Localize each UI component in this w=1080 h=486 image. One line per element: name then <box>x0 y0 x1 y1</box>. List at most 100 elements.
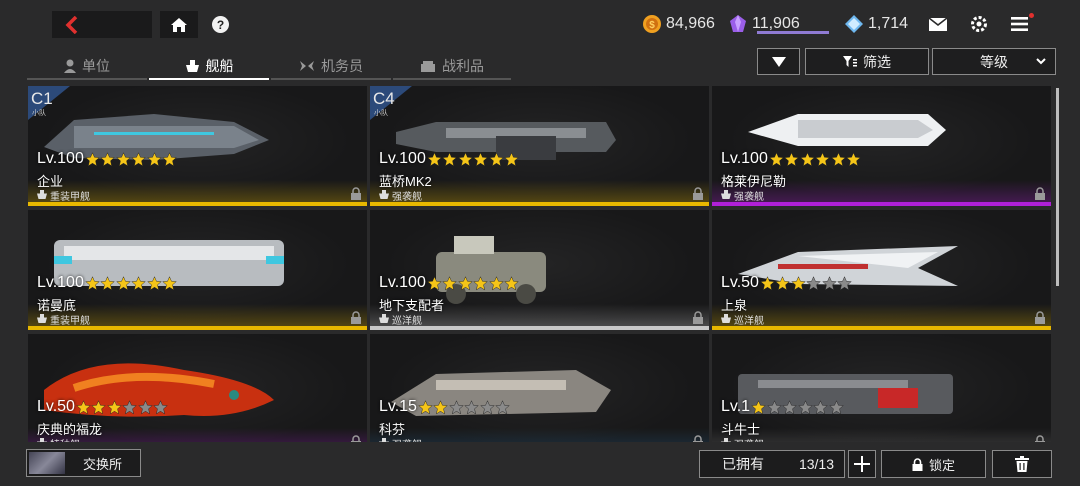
ship-type-icon <box>37 313 50 326</box>
ship-type-icon <box>37 189 50 202</box>
back-button[interactable] <box>52 11 152 38</box>
tab-crew[interactable]: 机务员 <box>271 52 391 80</box>
top-bar: ? $ 84,966 11,906 1,714 <box>0 0 1080 48</box>
exchange-thumbnail <box>29 452 65 474</box>
sort-order-button[interactable] <box>757 48 800 75</box>
star-rating <box>769 151 862 167</box>
star-rating <box>760 275 853 291</box>
help-button[interactable]: ? <box>212 16 229 33</box>
star-rating <box>751 399 844 415</box>
home-button[interactable] <box>160 11 198 38</box>
owned-counter: 已拥有 13/13 <box>699 450 845 478</box>
filter-icon <box>843 55 857 67</box>
ship-type-label: 强袭舰 <box>392 192 422 203</box>
ship-art <box>738 246 958 286</box>
notification-dot <box>1029 13 1034 18</box>
ship-type: 特种舰 <box>37 436 80 442</box>
ship-type-label: 重装甲舰 <box>50 192 90 203</box>
pilot-icon <box>64 59 76 73</box>
ship-type-label: 重装甲舰 <box>50 316 90 327</box>
level-row: Lv.100 <box>721 150 862 168</box>
squad-sub: 小队 <box>32 110 46 117</box>
lock-button[interactable]: 锁定 <box>881 450 986 478</box>
lock-icon[interactable] <box>1035 187 1045 200</box>
tab-ships-label: 舰船 <box>205 58 234 74</box>
star-rating <box>427 151 520 167</box>
tab-crew-label: 机务员 <box>321 58 363 74</box>
menu-icon[interactable] <box>1011 17 1028 31</box>
ship-art <box>44 114 269 160</box>
sort-dropdown-label: 等级 <box>980 53 1008 70</box>
lock-icon[interactable] <box>693 435 703 442</box>
filter-button[interactable]: 筛选 <box>805 48 929 75</box>
crate-icon <box>421 60 435 72</box>
level-row: Lv.50 <box>721 274 853 292</box>
lock-icon[interactable] <box>1035 435 1045 442</box>
ship-card[interactable]: Lv.15科芬强袭舰 <box>370 334 709 442</box>
ship-card[interactable]: Lv.50庆典的福龙特种舰 <box>28 334 367 442</box>
lock-icon[interactable] <box>1035 311 1045 324</box>
tab-ships[interactable]: 舰船 <box>149 52 269 80</box>
ship-type: 巡洋舰 <box>379 312 422 327</box>
squad-badge: C4 小队 <box>370 86 412 120</box>
ship-type: 巡洋舰 <box>721 312 764 327</box>
lock-icon[interactable] <box>693 311 703 324</box>
ship-card[interactable]: Lv.100 格莱伊尼勒 强袭舰 <box>712 86 1051 206</box>
star-rating <box>427 275 520 291</box>
level-row: Lv.100 <box>379 150 520 168</box>
ship-type: 强袭舰 <box>721 436 764 442</box>
ship-art <box>391 370 611 416</box>
sort-dropdown[interactable]: 等级 <box>932 48 1056 75</box>
ship-type: 重装甲舰 <box>37 312 90 327</box>
level-text: Lv.100 <box>37 274 84 291</box>
level-text: Lv.15 <box>379 398 417 415</box>
ship-type-icon <box>379 437 392 442</box>
svg-text:$: $ <box>649 20 655 31</box>
ship-card[interactable]: Lv.50 上泉 巡洋舰 <box>712 210 1051 330</box>
gear-icon[interactable] <box>970 15 988 33</box>
gold-value: 84,966 <box>666 15 715 32</box>
lock-icon <box>912 457 923 471</box>
level-text: Lv.50 <box>721 274 759 291</box>
owned-count: 13/13 <box>798 456 834 472</box>
star-rating <box>418 399 511 415</box>
dismantle-button[interactable] <box>992 450 1052 478</box>
trash-icon <box>1015 456 1029 472</box>
filter-label: 筛选 <box>863 53 891 70</box>
diamond-value: 1,714 <box>868 15 909 32</box>
ship-card[interactable]: Lv.100 地下支配者 巡洋舰 <box>370 210 709 330</box>
triangle-down-icon <box>771 56 786 67</box>
lock-icon[interactable] <box>351 187 361 200</box>
ship-card[interactable]: C4 小队 Lv.100 蓝桥MK2 强袭舰 <box>370 86 709 206</box>
squad-code: C1 <box>31 89 53 108</box>
ship-type-label: 强袭舰 <box>392 436 422 442</box>
expand-capacity-button[interactable] <box>848 450 876 478</box>
tab-loot[interactable]: 战利品 <box>393 52 511 80</box>
plus-icon <box>854 456 870 472</box>
ship-card[interactable]: Lv.1斗牛士强袭舰 <box>712 334 1051 442</box>
lock-icon[interactable] <box>351 311 361 324</box>
ship-type: 强袭舰 <box>379 436 422 442</box>
gold-coin-icon: $ <box>643 15 661 33</box>
lock-icon[interactable] <box>693 187 703 200</box>
ship-card[interactable]: Lv.100 诺曼底 重装甲舰 <box>28 210 367 330</box>
lock-icon[interactable] <box>351 435 361 442</box>
ship-card[interactable]: C1 小队 Lv.100 企业 重装甲舰 <box>28 86 367 206</box>
crystal-progress-bar <box>757 31 829 34</box>
ship-type-icon <box>721 437 734 442</box>
level-text: Lv.100 <box>37 150 84 167</box>
purple-crystal-icon <box>730 15 746 32</box>
ship-type: 强袭舰 <box>379 188 422 203</box>
ship-type-label: 强袭舰 <box>734 192 764 203</box>
level-text: Lv.100 <box>379 150 426 167</box>
exchange-button[interactable]: 交换所 <box>26 449 141 477</box>
level-text: Lv.1 <box>721 398 751 415</box>
ship-icon <box>185 60 199 72</box>
mail-icon[interactable] <box>929 18 947 31</box>
diamond-resource: 1,714 <box>844 14 908 34</box>
tab-units-label: 单位 <box>82 58 110 74</box>
ship-type: 强袭舰 <box>721 188 764 203</box>
grid-scrollbar[interactable] <box>1056 88 1059 286</box>
level-row: Lv.1 <box>721 398 844 416</box>
tab-units[interactable]: 单位 <box>27 52 147 80</box>
